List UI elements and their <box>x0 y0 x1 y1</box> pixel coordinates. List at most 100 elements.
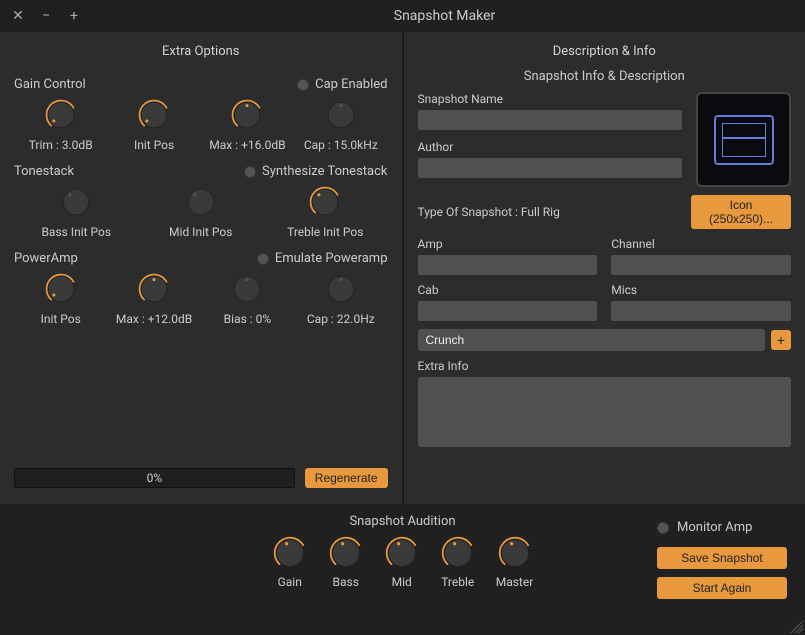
description-panel: Description & Info Snapshot Info & Descr… <box>404 32 805 504</box>
tone-knob-label-2: Treble Init Pos <box>287 225 363 239</box>
footer-knob-row: Gain Bass Mid Treble Master <box>272 535 534 589</box>
start-again-button[interactable]: Start Again <box>657 577 787 599</box>
gain-knob-dial-3[interactable] <box>324 98 358 132</box>
amp-channel-row: Amp Channel <box>418 237 792 275</box>
channel-input[interactable] <box>611 255 791 275</box>
tone-knob-dial-0[interactable] <box>59 185 93 219</box>
mics-input[interactable] <box>611 301 791 321</box>
power-knob-dial-1[interactable] <box>137 272 171 306</box>
gain-knob-0: Trim : 3.0dB <box>16 98 106 152</box>
audition-knob-dial-mid[interactable] <box>384 535 420 571</box>
maximize-window-button[interactable]: + <box>64 6 84 26</box>
footer-title: Snapshot Audition <box>349 514 455 529</box>
audition-knob-label-bass: Bass <box>333 575 359 589</box>
tone-knob-2: Treble Init Pos <box>280 185 370 239</box>
cap-enabled-label: Cap Enabled <box>315 77 387 92</box>
power-knob-row: Init Pos Max : +12.0dB Bias : 0% Cap : 2… <box>14 272 388 326</box>
gain-knob-2: Max : +16.0dB <box>202 98 292 152</box>
power-knob-0: Init Pos <box>16 272 106 326</box>
radio-icon <box>257 253 269 265</box>
audition-knob-treble: Treble <box>440 535 476 589</box>
gain-knob-dial-2[interactable] <box>230 98 264 132</box>
emulate-poweramp-label: Emulate Poweramp <box>275 251 388 266</box>
icon-choose-button[interactable]: Icon (250x250)... <box>691 195 791 229</box>
name-author-row: Snapshot Name Author <box>418 92 792 187</box>
channel-label: Channel <box>611 237 791 251</box>
snapshot-name-label: Snapshot Name <box>418 92 683 106</box>
type-row: Type Of Snapshot : Full Rig Icon (250x25… <box>418 195 792 229</box>
tone-knob-row: Bass Init Pos Mid Init Pos Treble Init P… <box>14 185 388 239</box>
regenerate-button[interactable]: Regenerate <box>305 468 388 488</box>
power-knob-dial-2[interactable] <box>230 272 264 306</box>
amp-label: Amp <box>418 237 598 251</box>
tone-knob-label-0: Bass Init Pos <box>41 225 111 239</box>
gain-knob-row: Trim : 3.0dB Init Pos Max : +16.0dB Cap … <box>14 98 388 152</box>
progress-row: 0% Regenerate <box>14 468 388 488</box>
main-content: Extra Options Gain Control Cap Enabled T… <box>0 32 805 504</box>
author-label: Author <box>418 140 683 154</box>
progress-bar: 0% <box>14 468 295 488</box>
tone-knob-dial-1[interactable] <box>184 185 218 219</box>
power-knob-2: Bias : 0% <box>202 272 292 326</box>
radio-icon <box>297 79 309 91</box>
gain-group-header: Gain Control Cap Enabled <box>14 77 388 92</box>
tone-knob-label-1: Mid Init Pos <box>169 225 232 239</box>
gain-knob-dial-1[interactable] <box>137 98 171 132</box>
tag-input[interactable] <box>418 329 766 351</box>
cap-enabled-toggle[interactable]: Cap Enabled <box>297 77 387 92</box>
power-knob-3: Cap : 22.0Hz <box>296 272 386 326</box>
close-window-button[interactable]: ✕ <box>8 6 28 26</box>
monitor-amp-label: Monitor Amp <box>677 520 752 535</box>
audition-knob-dial-bass[interactable] <box>328 535 364 571</box>
audition-knob-mid: Mid <box>384 535 420 589</box>
audition-knob-label-mid: Mid <box>392 575 412 589</box>
tone-knob-0: Bass Init Pos <box>31 185 121 239</box>
cab-label: Cab <box>418 283 598 297</box>
audition-knob-dial-master[interactable] <box>497 535 533 571</box>
extra-info-label: Extra Info <box>418 359 792 373</box>
audition-knob-master: Master <box>496 535 534 589</box>
emulate-poweramp-toggle[interactable]: Emulate Poweramp <box>257 251 388 266</box>
gain-knob-3: Cap : 15.0kHz <box>296 98 386 152</box>
power-knob-label-3: Cap : 22.0Hz <box>307 312 375 326</box>
snapshot-icon-preview <box>696 92 791 187</box>
author-input[interactable] <box>418 158 683 178</box>
power-knob-1: Max : +12.0dB <box>109 272 199 326</box>
gain-knob-label-0: Trim : 3.0dB <box>29 138 93 152</box>
description-title: Description & Info <box>418 40 792 69</box>
monitor-amp-toggle[interactable]: Monitor Amp <box>657 520 752 535</box>
gain-label: Gain Control <box>14 77 86 92</box>
gain-knob-1: Init Pos <box>109 98 199 152</box>
minimize-window-button[interactable]: − <box>36 6 56 26</box>
audition-knob-bass: Bass <box>328 535 364 589</box>
power-knob-dial-3[interactable] <box>324 272 358 306</box>
power-label: PowerAmp <box>14 251 78 266</box>
amp-icon <box>714 115 774 165</box>
audition-knob-dial-treble[interactable] <box>440 535 476 571</box>
synthesize-tone-label: Synthesize Tonestack <box>262 164 387 179</box>
snapshot-name-input[interactable] <box>418 110 683 130</box>
extra-info-textarea[interactable] <box>418 377 792 447</box>
power-knob-label-1: Max : +12.0dB <box>116 312 192 326</box>
audition-knob-gain: Gain <box>272 535 308 589</box>
gain-knob-dial-0[interactable] <box>44 98 78 132</box>
tone-knob-dial-2[interactable] <box>308 185 342 219</box>
power-knob-dial-0[interactable] <box>44 272 78 306</box>
radio-icon <box>657 522 669 534</box>
cab-input[interactable] <box>418 301 598 321</box>
power-group-header: PowerAmp Emulate Poweramp <box>14 251 388 266</box>
snapshot-type-label: Type Of Snapshot : Full Rig <box>418 205 560 219</box>
synthesize-tone-toggle[interactable]: Synthesize Tonestack <box>244 164 387 179</box>
save-snapshot-button[interactable]: Save Snapshot <box>657 547 787 569</box>
add-tag-button[interactable]: + <box>771 330 791 350</box>
tone-group-header: Tonestack Synthesize Tonestack <box>14 164 388 179</box>
audition-knob-dial-gain[interactable] <box>272 535 308 571</box>
footer-panel: Snapshot Audition Gain Bass Mid Treble M… <box>0 504 805 635</box>
progress-value: 0% <box>147 471 163 485</box>
resize-grip[interactable] <box>787 617 803 633</box>
radio-icon <box>244 166 256 178</box>
footer-actions: Monitor Amp Save Snapshot Start Again <box>657 520 787 599</box>
amp-input[interactable] <box>418 255 598 275</box>
audition-knob-label-gain: Gain <box>278 575 302 589</box>
mics-label: Mics <box>611 283 791 297</box>
